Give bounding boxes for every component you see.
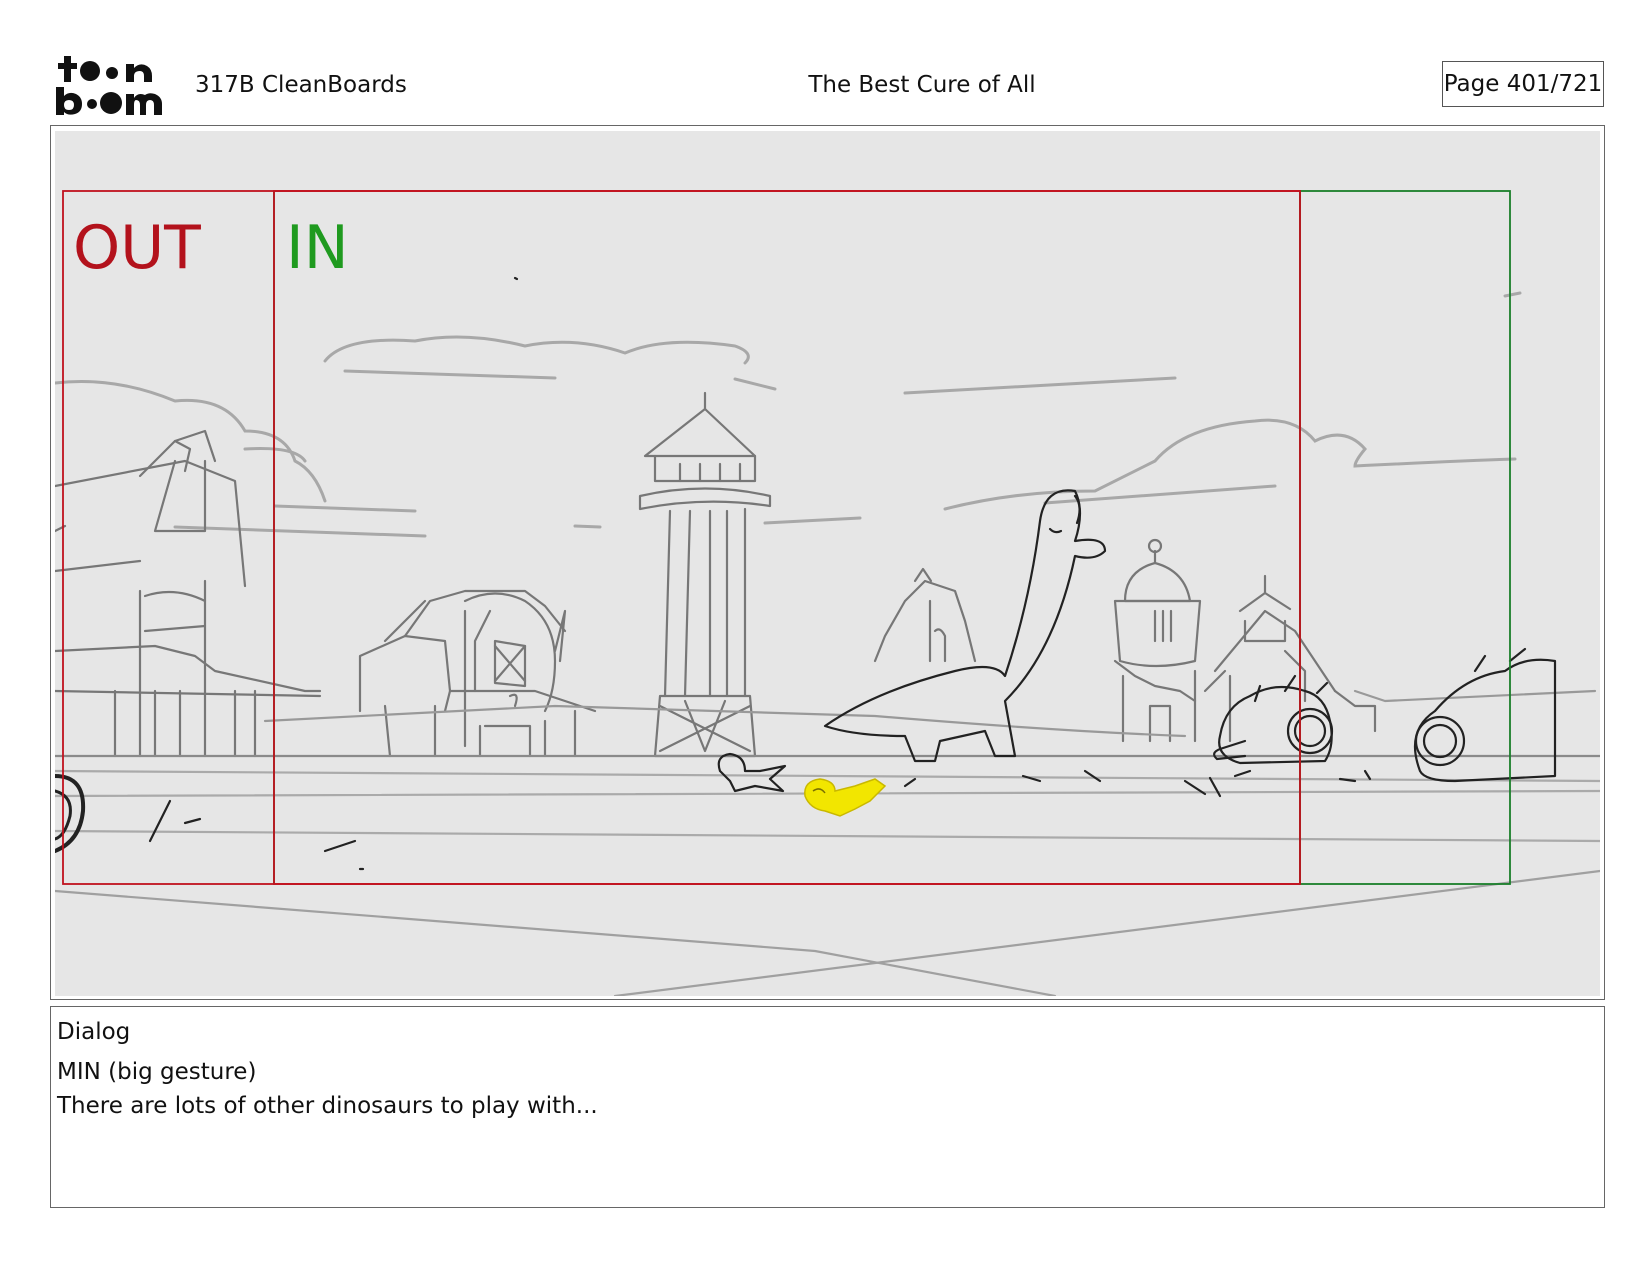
dialog-character: MIN (big gesture) <box>57 1059 257 1085</box>
in-label: IN <box>286 213 349 283</box>
panel-drawing: OUT IN <box>55 131 1600 996</box>
page-number: Page 401/721 <box>1442 61 1604 107</box>
dialog-heading: Dialog <box>57 1019 131 1045</box>
document-title: The Best Cure of All <box>808 72 1036 98</box>
dialog-box: Dialog MIN (big gesture) There are lots … <box>50 1006 1605 1208</box>
out-label: OUT <box>73 213 201 283</box>
storyboard-panel: OUT IN <box>50 125 1605 1000</box>
dialog-line: There are lots of other dinosaurs to pla… <box>57 1093 598 1119</box>
